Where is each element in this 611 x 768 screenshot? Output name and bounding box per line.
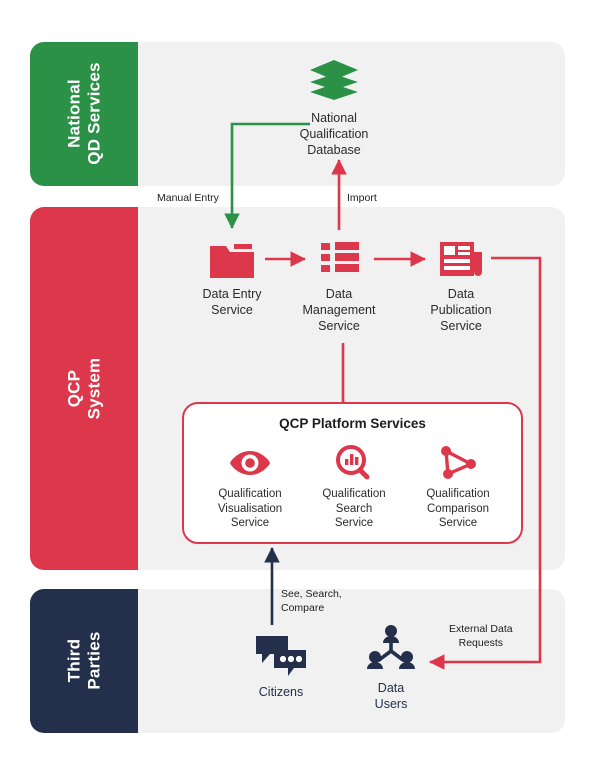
node-data-entry-service[interactable]: Data Entry Service — [172, 228, 292, 318]
service-caption: Qualification Comparison Service — [426, 488, 490, 530]
section-label-text: Third Parties — [64, 631, 103, 691]
connector-label-import: Import — [347, 192, 377, 204]
list-icon — [279, 228, 399, 280]
section-label-third-parties: Third Parties — [30, 589, 138, 733]
node-national-qualification-database[interactable]: National Qualification Database — [274, 52, 394, 158]
qcp-platform-services-card: QCP Platform Services Qualification Visu… — [182, 402, 523, 544]
node-caption: Citizens — [258, 685, 304, 699]
service-qualification-search[interactable]: Qualification Search Service — [302, 444, 406, 531]
eye-icon — [198, 444, 302, 482]
diagram-canvas: National QD Services QCP System Third Parti… — [0, 0, 611, 768]
node-caption: Data Publication Service — [430, 287, 492, 333]
org-network-icon — [331, 622, 451, 674]
stacked-layers-icon — [274, 52, 394, 104]
connector-label-external-data-requests: External Data Requests — [449, 623, 513, 649]
search-chart-icon — [302, 444, 406, 482]
node-caption: Data Users — [374, 681, 408, 711]
node-caption: Data Management Service — [302, 287, 376, 333]
node-caption: Data Entry Service — [202, 287, 262, 317]
node-caption: National Qualification Database — [299, 111, 369, 157]
folder-icon — [172, 228, 292, 280]
triangle-network-icon — [406, 444, 510, 482]
connector-label-manual-entry: Manual Entry — [157, 192, 219, 204]
service-qualification-comparison[interactable]: Qualification Comparison Service — [406, 444, 510, 531]
section-label-national-qd-services: National QD Services — [30, 42, 138, 186]
node-data-users[interactable]: Data Users — [331, 622, 451, 712]
node-data-publication-service[interactable]: Data Publication Service — [401, 228, 521, 334]
service-caption: Qualification Search Service — [322, 488, 386, 530]
service-qualification-visualisation[interactable]: Qualification Visualisation Service — [198, 444, 302, 531]
section-label-qcp-system: QCP System — [30, 207, 138, 570]
node-citizens[interactable]: Citizens — [221, 626, 341, 700]
section-label-text: QCP System — [64, 357, 103, 420]
speech-bubbles-icon — [221, 626, 341, 678]
section-label-text: National QD Services — [64, 62, 103, 166]
platform-card-title: QCP Platform Services — [279, 416, 426, 431]
connector-label-see-search-compare: See, Search, Compare — [281, 588, 342, 614]
newspaper-icon — [401, 228, 521, 280]
service-caption: Qualification Visualisation Service — [217, 488, 283, 530]
node-data-management-service[interactable]: Data Management Service — [279, 228, 399, 334]
